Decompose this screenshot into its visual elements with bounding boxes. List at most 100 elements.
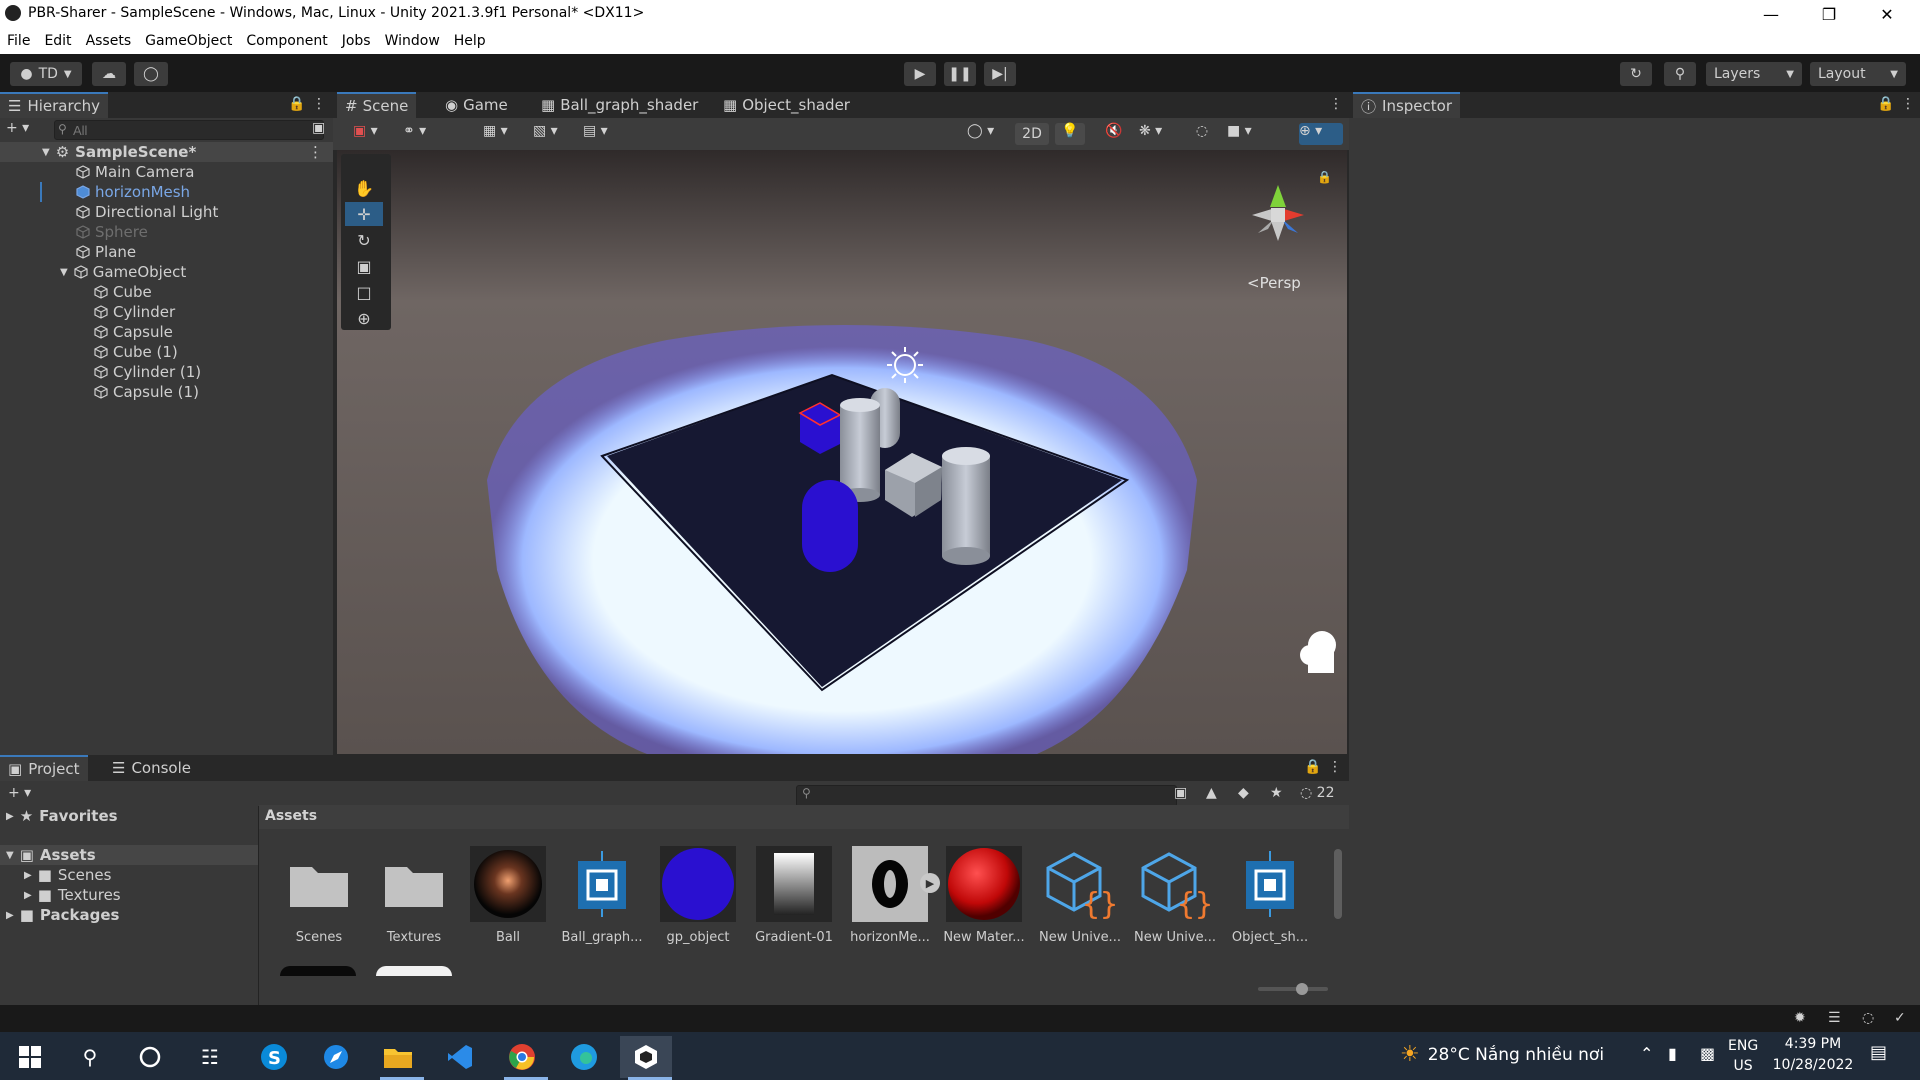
scene-visibility-icon[interactable]: ▣ [312,120,325,136]
search-by-type-icon[interactable]: ▣ [1174,785,1187,801]
edge-icon[interactable] [558,1036,610,1078]
shading-mode-dropdown[interactable]: ◯ ▾ [967,123,1007,145]
label-tag-icon[interactable]: ◆ [1238,785,1249,801]
list-item[interactable]: Capsule [94,322,173,342]
kebab-menu-icon[interactable]: ⋮ [308,143,323,161]
language-indicator[interactable]: ENG US [1728,1036,1758,1076]
asset-ball-graph[interactable]: Ball_graph... [558,846,646,945]
packages-item[interactable]: ▶ ■ Packages [6,905,119,925]
minimize-icon[interactable]: — [1742,0,1800,28]
audio-toggle[interactable]: 🔇 [1099,123,1129,145]
move-tool-button[interactable]: ✛ [345,202,383,226]
menu-window[interactable]: Window [385,33,440,49]
weather-widget[interactable]: ☀ 28°C Nắng nhiều nơi [1400,1042,1604,1067]
history-button[interactable]: ↻ [1620,62,1652,86]
asset-new-universal-2[interactable]: {} New Unive... [1131,846,1219,945]
create-button[interactable]: + ▾ [8,785,48,801]
asset-ball[interactable]: Ball [464,846,552,945]
tab-game[interactable]: ◉ Game [437,92,516,118]
list-item[interactable]: Cylinder (1) [94,362,201,382]
asset-textures[interactable]: Textures [370,846,458,945]
breadcrumb[interactable]: Assets [265,808,317,824]
tab-hierarchy[interactable]: ☰ Hierarchy [0,92,108,118]
menu-assets[interactable]: Assets [86,33,132,49]
menu-gameobject[interactable]: GameObject [145,33,232,49]
lighting-toggle[interactable]: 💡 [1055,123,1085,145]
asset-gradient-01[interactable]: Gradient-01 [750,846,838,945]
kebab-menu-icon[interactable]: ⋮ [1329,96,1343,112]
asset-scenes[interactable]: Scenes [275,846,363,945]
scrollbar[interactable] [1334,835,1344,975]
list-item[interactable]: Cube (1) [94,342,178,362]
tab-object-shader[interactable]: ▦ Object_shader [715,92,858,118]
filter-type-icon[interactable]: ▲ [1206,785,1217,801]
unity-taskbar-icon[interactable] [620,1036,672,1078]
skype-icon[interactable]: S [248,1036,300,1078]
scale-tool-button[interactable]: ▣ [345,254,383,278]
add-button[interactable]: + ▾ [6,120,38,140]
effects-dropdown[interactable]: ❋ ▾ [1139,123,1179,145]
gizmos-dropdown[interactable]: ⊕ ▾ [1299,123,1343,145]
tab-scene[interactable]: # Scene [337,92,417,118]
notifications-icon[interactable]: ▤ [1870,1042,1887,1063]
list-item[interactable]: ▼ GameObject [60,262,186,282]
expand-prefab-icon[interactable]: ▶ [920,873,940,893]
chrome-icon[interactable] [496,1036,548,1078]
play-button[interactable]: ▶ [904,62,936,86]
search-button[interactable]: ⚲ [1664,62,1696,86]
folder-scenes[interactable]: ▶ ■ Scenes [24,865,111,885]
favorites-item[interactable]: ▶ ★ Favorites [6,806,118,826]
grid-snap-dropdown[interactable]: ▦ ▾ [483,123,523,145]
debug-icon[interactable]: ✹ [1794,1010,1806,1026]
list-item[interactable]: Sphere [76,222,148,242]
global-dropdown[interactable]: ⚭ ▾ [403,123,443,145]
asset-new-universal-1[interactable]: {} New Unive... [1036,846,1124,945]
lock-icon[interactable]: 🔒 [288,96,305,112]
layers-dropdown[interactable]: Layers ▼ [1706,62,1802,86]
list-item[interactable]: Capsule (1) [94,382,199,402]
toggle-2d-button[interactable]: 2D [1015,123,1049,145]
search-icon[interactable]: ⚲ [64,1036,116,1078]
kebab-menu-icon[interactable]: ⋮ [312,96,326,112]
battery-icon[interactable]: ▮ [1668,1044,1677,1063]
layers-stack-icon[interactable]: ☰ [1828,1010,1841,1026]
increment-snap-dropdown[interactable]: ▧ ▾ [533,123,573,145]
menu-file[interactable]: File [7,33,30,49]
vscode-icon[interactable] [434,1036,486,1078]
cloud-button[interactable]: ☁ [92,62,126,86]
account-dropdown[interactable]: ● TD ▼ [10,62,82,86]
check-circle-icon[interactable]: ✓ [1894,1010,1906,1026]
asset-horizon-mesh[interactable]: horizonMe... [846,846,934,945]
kebab-menu-icon[interactable]: ⋮ [1901,96,1915,112]
tab-project[interactable]: ▣ Project [0,755,88,781]
perspective-label[interactable]: <Persp [1247,274,1301,292]
lock-icon[interactable]: 🔒 [1304,759,1321,775]
compass-app-icon[interactable] [310,1036,362,1078]
layout-dropdown[interactable]: Layout ▼ [1810,62,1906,86]
menu-component[interactable]: Component [246,33,327,49]
scene-viewport[interactable]: ✋ ✛ ↻ ▣ □ ⊕ <Persp 🔒 [337,150,1347,754]
tab-ball-graph-shader[interactable]: ▦ Ball_graph_shader [533,92,706,118]
list-item[interactable]: Directional Light [76,202,218,222]
camera-settings-dropdown[interactable]: ■ ▾ [1227,123,1267,145]
kebab-menu-icon[interactable]: ⋮ [1328,759,1342,775]
asset-object-shader[interactable]: Object_sh... [1226,846,1314,945]
project-search-input[interactable] [796,785,1177,807]
collab-button[interactable]: ◯ [134,62,168,86]
close-icon[interactable]: ✕ [1858,0,1916,28]
cortana-icon[interactable] [124,1036,176,1078]
menu-jobs[interactable]: Jobs [342,33,371,49]
grid-visibility-dropdown[interactable]: ▤ ▾ [583,123,623,145]
list-item[interactable]: Plane [76,242,136,262]
lock-icon[interactable]: 🔒 [1317,170,1332,184]
rect-tool-button[interactable]: □ [345,280,383,304]
menu-edit[interactable]: Edit [44,33,71,49]
network-icon[interactable]: ▩ [1700,1044,1715,1063]
task-view-icon[interactable]: ☷ [184,1036,236,1078]
hidden-objects-toggle[interactable]: ◌ [1187,123,1217,145]
windows-start-icon[interactable] [4,1036,56,1078]
tab-inspector[interactable]: ⓘ Inspector [1353,92,1460,118]
lock-icon[interactable]: 🔒 [1877,96,1894,112]
list-item[interactable]: Main Camera [76,162,194,182]
tab-console[interactable]: ☰ Console [104,755,199,781]
